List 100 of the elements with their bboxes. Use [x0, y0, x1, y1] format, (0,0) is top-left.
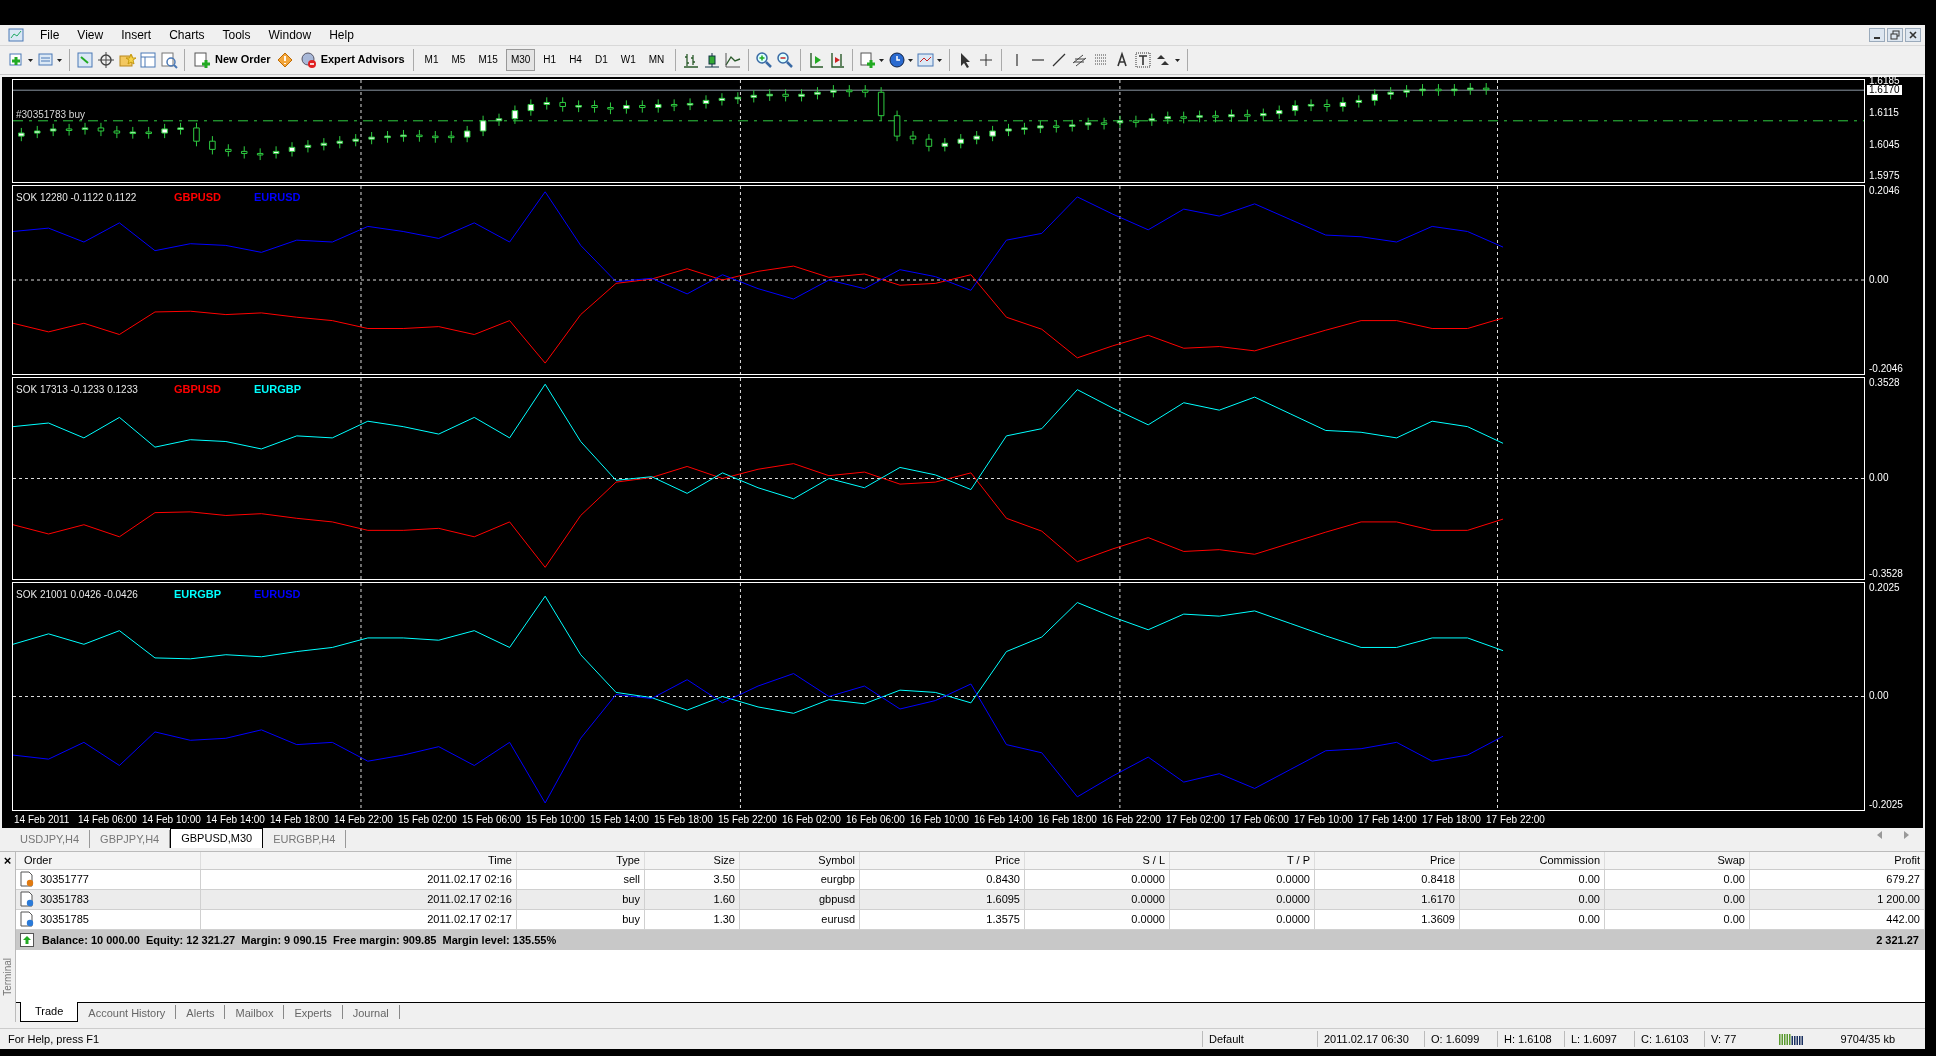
table-cell-text: 30351777	[40, 872, 89, 888]
timeframe-button[interactable]: M30	[505, 48, 536, 71]
table-cell-text: 0.8430	[986, 872, 1020, 888]
crosshair-icon[interactable]	[97, 50, 115, 69]
time-label: 14 Feb 2011	[14, 812, 71, 827]
time-label: 17 Feb 18:00	[1422, 812, 1482, 827]
menu-item[interactable]: File	[32, 25, 68, 44]
terminal-tab[interactable]: Experts	[284, 1004, 343, 1019]
status-field: 2011.02.17 06:30	[1317, 1030, 1424, 1047]
column-header[interactable]: Price	[1315, 851, 1460, 869]
column-header[interactable]: Time	[201, 851, 517, 869]
terminal-tab[interactable]: Journal	[342, 1004, 400, 1019]
table-cell-text: eurgbp	[820, 872, 855, 888]
order-icon	[193, 50, 211, 69]
column-header[interactable]: Size	[645, 851, 740, 869]
time-label: 17 Feb 14:00	[1358, 812, 1418, 827]
symbol-legend: EURGBP	[254, 380, 334, 398]
minimize-icon[interactable]	[1869, 27, 1885, 42]
new-order-button[interactable]: New Order	[191, 50, 273, 69]
column-header[interactable]: Swap	[1605, 851, 1750, 869]
column-header[interactable]: Type	[517, 851, 645, 869]
terminal-tab[interactable]: Account History	[78, 1004, 177, 1019]
table-cell-text: sell	[623, 872, 640, 888]
symbol-legend: EURGBP	[174, 585, 254, 603]
restore-icon[interactable]	[1887, 27, 1903, 42]
text-label-icon[interactable]	[1134, 50, 1153, 69]
chart-tab[interactable]: GBPUSD,M30	[170, 827, 264, 848]
table-cell-text: 0.0000	[1276, 892, 1310, 908]
axis-label: 0.00	[1869, 473, 1890, 484]
timeframe-button[interactable]: D1	[589, 48, 613, 71]
menu-item[interactable]: Charts	[161, 25, 213, 44]
timeframe-button[interactable]: H4	[564, 48, 587, 71]
terminal-icon[interactable]	[139, 50, 157, 69]
terminal-tab[interactable]: Mailbox	[225, 1004, 285, 1019]
timeframe-button[interactable]: H1	[538, 48, 562, 71]
column-header[interactable]: Order	[16, 851, 201, 869]
table-cell-text: 0.0000	[1131, 912, 1165, 928]
column-header[interactable]: Commission	[1460, 851, 1605, 869]
terminal-tab[interactable]: Trade	[20, 1001, 79, 1022]
line-chart-icon[interactable]	[724, 50, 743, 69]
time-label: 15 Feb 10:00	[526, 812, 586, 827]
column-header[interactable]: Price	[860, 851, 1025, 869]
symbol-legend: EURUSD	[254, 585, 334, 603]
menu-item[interactable]: Insert	[113, 25, 160, 44]
templates-icon[interactable]	[917, 50, 944, 69]
timeframe-button[interactable]: M1	[419, 48, 444, 71]
table-cell-text: eurusd	[821, 912, 855, 928]
table-cell-text: 0.00	[1578, 872, 1600, 888]
close-icon[interactable]	[1905, 27, 1921, 42]
candlestick-icon[interactable]	[703, 50, 722, 69]
close-button[interactable]: ×	[3, 853, 12, 867]
table-cell-text: buy	[622, 892, 640, 908]
axis-label: 1.6185	[1869, 75, 1900, 86]
column-header[interactable]: Symbol	[740, 851, 860, 869]
column-header[interactable]: T / P	[1170, 851, 1315, 869]
profiles-icon[interactable]	[37, 50, 63, 69]
table-cell-text: 1.30	[713, 912, 735, 928]
zoom-in-icon[interactable]	[755, 50, 774, 69]
table-cell-text: 0.8418	[1421, 872, 1455, 888]
table-cell-text: 679.27	[1886, 872, 1920, 888]
column-header[interactable]: S / L	[1025, 851, 1170, 869]
timeframe-button[interactable]: MN	[643, 48, 670, 71]
menu-item[interactable]: Window	[260, 25, 320, 44]
table-cell-text: 0.00	[1578, 892, 1600, 908]
timeframe-button[interactable]: M5	[446, 48, 471, 71]
time-label: 17 Feb 06:00	[1230, 812, 1290, 827]
menu-item[interactable]: Help	[321, 25, 362, 44]
timeframe-button[interactable]: W1	[615, 48, 641, 71]
menu-item[interactable]: View	[69, 25, 112, 44]
add-indicator-icon[interactable]	[859, 50, 886, 69]
table-cell-text: 30351785	[40, 912, 89, 928]
status-field: L: 1.6097	[1564, 1030, 1634, 1047]
axis-label: -0.3528	[1869, 568, 1904, 579]
tester-icon[interactable]	[160, 50, 178, 69]
terminal-tab[interactable]: Alerts	[176, 1004, 226, 1019]
status-field: O: 1.6099	[1424, 1030, 1497, 1047]
indicator-legend: SOK 21001 0.0426 -0.0426	[16, 586, 174, 602]
expert-advisors-button[interactable]: Expert Advisors	[296, 50, 407, 69]
panel-label: Terminal	[1, 957, 14, 996]
table-cell-text: 2011.02.17 02:17	[427, 912, 512, 928]
autoscroll-icon[interactable]	[828, 50, 847, 69]
warning-icon[interactable]	[275, 50, 294, 69]
column-header[interactable]: Profit	[1750, 851, 1925, 869]
time-label: 17 Feb 10:00	[1294, 812, 1354, 827]
axis-label: 1.6045	[1869, 139, 1900, 150]
new-chart-icon[interactable]	[8, 50, 34, 69]
zoom-out-icon[interactable]	[776, 50, 795, 69]
time-label: 15 Feb 02:00	[398, 812, 458, 827]
chart-tab[interactable]: EURGBP,H4	[263, 829, 347, 848]
table-cell-text: 442.00	[1886, 912, 1920, 928]
timeframe-button[interactable]: M15	[473, 48, 503, 71]
chart-shift-icon[interactable]	[807, 50, 826, 69]
time-label: 16 Feb 18:00	[1038, 812, 1098, 827]
table-cell-text: 2011.02.17 02:16	[427, 892, 512, 908]
table-cell-text: 0.0000	[1131, 892, 1165, 908]
balance-icon	[20, 932, 34, 947]
chart-tab[interactable]: USDJPY,H4	[10, 829, 91, 848]
table-cell-text: gbpusd	[818, 892, 855, 908]
clock-icon[interactable]	[888, 50, 915, 69]
menu-item[interactable]: Tools	[214, 25, 259, 44]
